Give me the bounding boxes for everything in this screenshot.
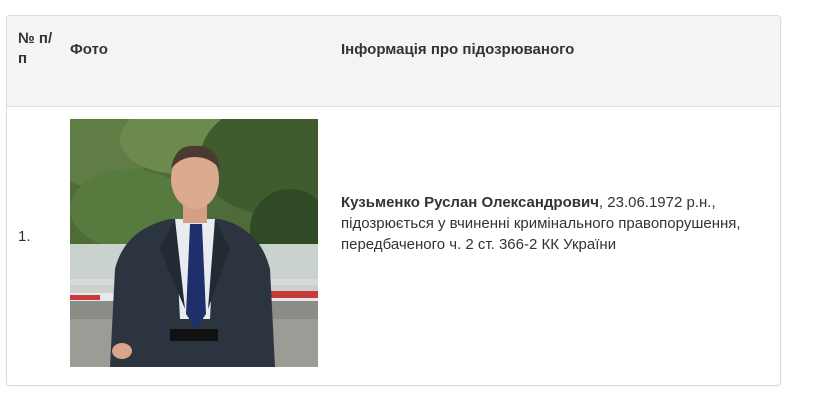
suspect-photo bbox=[70, 119, 318, 367]
header-info: Інформація про підозрюваного bbox=[341, 41, 575, 58]
suspect-table: № п/п Фото Інформація про підозрюваного … bbox=[6, 15, 781, 386]
suspect-name: Кузьменко Руслан Олександрович bbox=[341, 194, 599, 211]
suspect-info: Кузьменко Руслан Олександрович, 23.06.19… bbox=[341, 192, 773, 255]
header-number: № п/п bbox=[18, 30, 53, 67]
row-number: 1. bbox=[18, 228, 31, 245]
header-photo: Фото bbox=[70, 41, 108, 58]
table-header: № п/п Фото Інформація про підозрюваного bbox=[7, 16, 780, 107]
